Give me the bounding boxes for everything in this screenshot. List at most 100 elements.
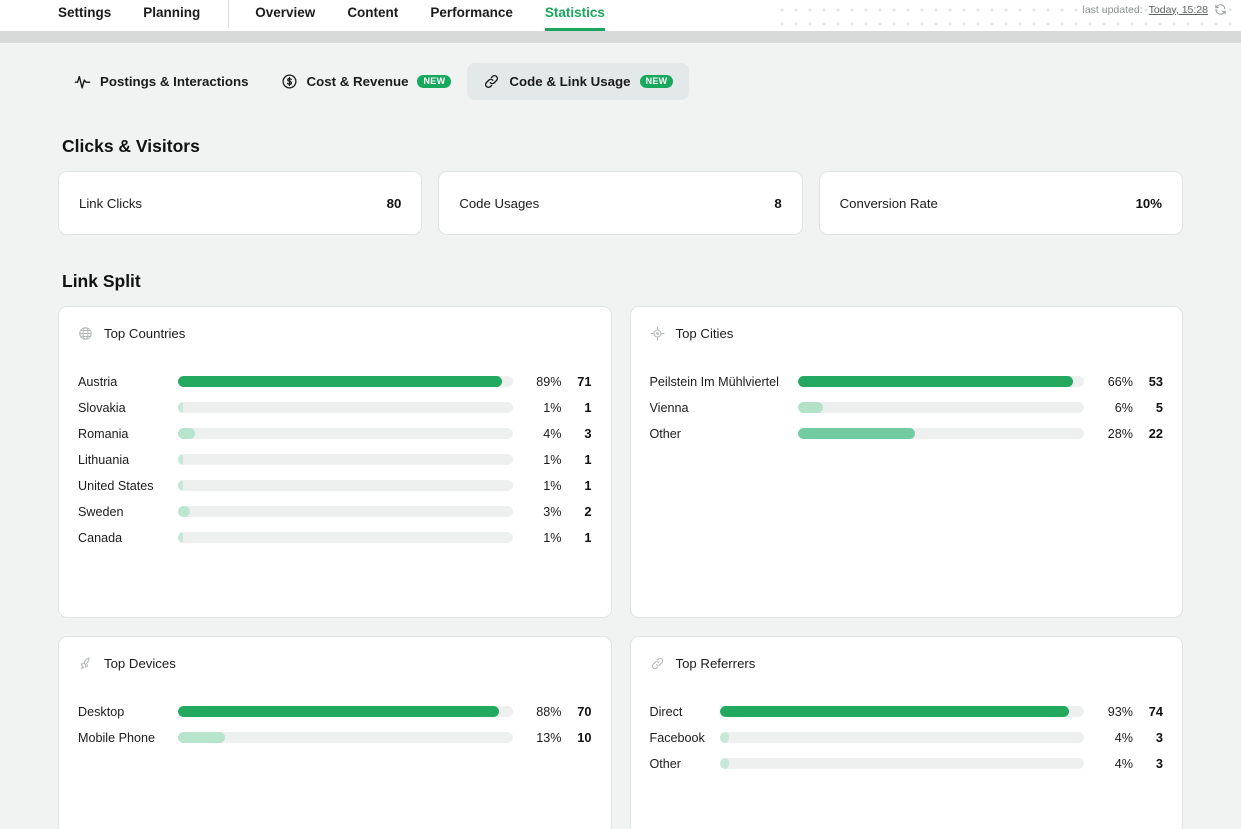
rocket-icon [80,657,90,669]
bar-track [719,732,1084,743]
stat-card-label: Conversion Rate [839,195,938,211]
stat-card-value: 80 [386,195,402,211]
link-chain-icon [651,657,663,670]
stat-card-link-clicks[interactable]: Link Clicks 80 [58,171,423,235]
row-percentage: 28% [1107,426,1133,441]
row-label: Desktop [78,704,125,719]
panel-header: Top Referrers [650,656,1164,671]
row-label: Peilstein Im Mühlviertel [649,374,779,389]
bar-track [178,376,513,387]
stat-card-row: Link Clicks 80 Code Usages 8 Conversion … [58,171,1183,235]
bar-fill [719,706,1070,717]
bar-fill [178,732,225,743]
row-count: 1 [584,452,592,467]
row-bar-wrapper [178,706,524,717]
bar-track [178,428,513,439]
nav-item-performance[interactable]: Performance [430,5,513,32]
row-label: Other [649,756,682,771]
row-count: 71 [577,374,592,389]
panel-header: Top Cities [649,326,1164,341]
bar-fill [178,376,503,387]
bar-track [178,454,513,465]
row-count: 74 [1148,704,1163,719]
bar-fill [178,454,184,465]
row-bar-wrapper [178,480,524,491]
nav-item-overview[interactable]: Overview [255,5,315,32]
stat-card-code-usages[interactable]: Code Usages 8 [438,171,803,235]
last-updated-value[interactable]: Today, 15:28 [1149,4,1208,16]
row-label: Slovakia [78,400,126,415]
stat-row: Slovakia 1% 1 [78,400,592,415]
last-updated-label: last updated: [1082,3,1143,16]
location-target-icon [649,326,665,341]
row-bar-wrapper [178,732,524,743]
panel-top-referrers: Top Referrers Direct 93% 74 Facebook 4% 3 Othe… [629,636,1183,829]
stat-row: Lithuania 1% 1 [78,452,592,467]
nav-item-settings[interactable]: Settings [58,5,111,32]
row-count: 3 [1155,756,1163,771]
row-percentage: 89% [536,374,562,389]
statistics-subtabs: Postings & Interactions Cost & Revenue N… [58,43,1183,100]
row-bar-wrapper [719,706,1096,717]
row-count: 22 [1148,426,1163,441]
dollar-circle-icon [282,74,297,89]
section-title-clicks-visitors: Clicks & Visitors [62,136,200,156]
panel-title: Top Cities [675,326,734,341]
row-label: Other [649,426,682,441]
row-bar-wrapper [178,454,524,465]
panel-top-cities: Top Cities Peilstein Im Mühlviertel 66% 53… [629,306,1183,618]
bar-track [797,402,1084,413]
subtab-code-link-usage[interactable]: Code & Link Usage NEW [467,63,690,100]
panel-header: Top Devices [78,656,592,671]
nav-shadow-strip [0,31,1241,43]
nav-item-planning[interactable]: Planning [143,5,200,32]
row-percentage: 3% [543,504,562,519]
nav-divider [228,0,230,28]
subtab-cost-revenue[interactable]: Cost & Revenue NEW [265,63,468,100]
subtab-postings-interactions[interactable]: Postings & Interactions [58,63,265,100]
row-count: 1 [584,400,592,415]
bar-fill [797,376,1073,387]
stat-card-label: Code Usages [459,195,540,211]
refresh-icon[interactable] [1214,3,1227,16]
row-bar-wrapper [797,376,1096,387]
stat-row: United States 1% 1 [78,478,592,493]
panel-title: Top Countries [104,326,186,341]
panel-title: Top Referrers [675,656,756,671]
new-badge: NEW [417,74,452,89]
bar-track [178,706,513,717]
row-count: 1 [584,530,592,545]
top-navigation-bar: Settings Planning Overview Content Perfo… [0,0,1241,31]
row-bar-wrapper [719,732,1096,743]
row-label: Vienna [649,400,689,415]
row-percentage: 66% [1107,374,1133,389]
row-percentage: 1% [543,400,562,415]
bar-track [719,706,1084,717]
section-title-link-split: Link Split [62,271,141,291]
row-percentage: 1% [543,530,562,545]
row-percentage: 1% [543,478,562,493]
row-bar-wrapper [178,376,524,387]
panel-top-countries: Top Countries Austria 89% 71 Slovakia 1% 1 Rom… [58,306,612,618]
row-label: Direct [649,704,683,719]
bar-fill [178,506,190,517]
row-count: 2 [584,504,592,519]
bar-fill [178,428,195,439]
row-bar-wrapper [178,532,524,543]
stat-row: Desktop 88% 70 [78,704,592,719]
nav-item-content[interactable]: Content [347,5,398,32]
bar-fill [178,706,500,717]
nav-item-statistics[interactable]: Statistics [544,5,605,31]
row-bar-wrapper [797,402,1096,413]
new-badge: NEW [639,74,674,89]
row-bar-wrapper [178,428,524,439]
bar-track [178,402,513,413]
stat-row: Vienna 6% 5 [650,400,1164,415]
stat-row: Other 28% 22 [650,426,1164,441]
stat-card-label: Link Clicks [79,195,143,211]
stat-row: Peilstein Im Mühlviertel 66% 53 [650,374,1164,389]
row-count: 10 [577,730,592,745]
row-percentage: 4% [1114,730,1133,745]
stat-card-conversion-rate[interactable]: Conversion Rate 10% [818,171,1183,235]
row-count: 70 [577,704,592,719]
